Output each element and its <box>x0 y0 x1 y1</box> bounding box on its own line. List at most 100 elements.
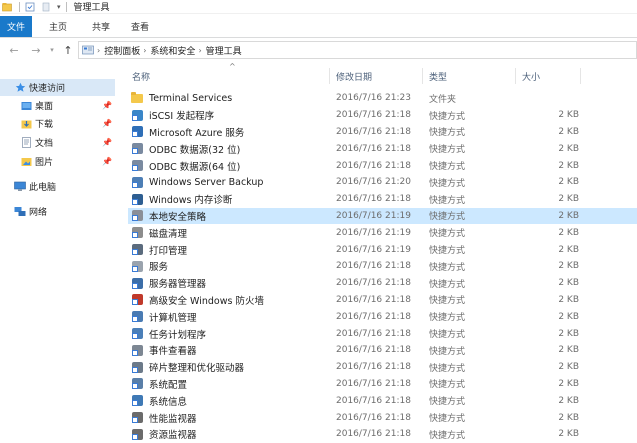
file-date: 2016/7/16 21:18 <box>336 261 411 272</box>
column-divider[interactable] <box>329 68 330 84</box>
column-divider[interactable] <box>422 68 423 84</box>
title-bar: ▾ 管理工具 <box>0 0 637 14</box>
file-row[interactable]: 服务器管理器 2016/7/16 21:18 快捷方式 2 KB <box>128 275 637 292</box>
tab-view[interactable]: 查看 <box>118 16 162 37</box>
up-arrow-icon[interactable]: ↑ <box>60 42 76 58</box>
security-policy-icon <box>131 210 143 222</box>
pin-icon[interactable]: 📌 <box>102 157 112 166</box>
properties-quick-icon[interactable] <box>25 2 35 12</box>
column-size[interactable]: 大小 <box>518 68 578 84</box>
file-size: 2 KB <box>558 126 579 137</box>
nav-item-this-pc[interactable]: 此电脑 <box>0 178 118 195</box>
file-name: 系统信息 <box>149 396 188 408</box>
file-size: 2 KB <box>558 194 579 205</box>
file-row[interactable]: 打印管理 2016/7/16 21:19 快捷方式 2 KB <box>128 241 637 258</box>
tab-share[interactable]: 共享 <box>84 16 118 37</box>
file-name: Terminal Services <box>149 92 233 104</box>
pictures-folder-icon <box>20 156 32 168</box>
file-type: 快捷方式 <box>429 346 466 357</box>
file-row[interactable]: 计算机管理 2016/7/16 21:18 快捷方式 2 KB <box>128 308 637 325</box>
quick-access-dropdown-icon[interactable]: ▾ <box>57 3 61 11</box>
column-header: 名称 修改日期 类型 大小 <box>124 68 637 84</box>
nav-item-downloads[interactable]: 下载 📌 <box>0 115 118 132</box>
title-separator <box>19 1 20 12</box>
nav-item-documents[interactable]: 文档 📌 <box>0 134 118 151</box>
new-folder-quick-icon[interactable] <box>41 2 51 12</box>
file-type: 快捷方式 <box>429 128 466 139</box>
control-panel-icon <box>82 45 94 54</box>
breadcrumb-control-panel[interactable]: 控制面板 <box>104 44 140 57</box>
file-row[interactable]: 磁盘清理 2016/7/16 21:19 快捷方式 2 KB <box>128 224 637 241</box>
file-name: 高级安全 Windows 防火墙 <box>149 295 264 307</box>
column-divider[interactable] <box>515 68 516 84</box>
azure-icon <box>131 126 143 138</box>
file-row[interactable]: Microsoft Azure 服务 2016/7/16 21:18 快捷方式 2 K… <box>128 124 637 141</box>
breadcrumb-chevron-icon[interactable]: › <box>143 46 146 55</box>
pin-icon[interactable]: 📌 <box>102 101 112 110</box>
file-list: ^ 名称 修改日期 类型 大小 Terminal Services 2016/7/… <box>124 62 637 441</box>
column-divider[interactable] <box>580 68 581 84</box>
breadcrumb-chevron-icon[interactable]: › <box>97 46 100 55</box>
backup-icon <box>131 176 143 188</box>
file-type: 快捷方式 <box>429 414 466 425</box>
column-name[interactable]: 名称 <box>128 68 332 84</box>
nav-item-pictures[interactable]: 图片 📌 <box>0 153 118 170</box>
file-date: 2016/7/16 21:18 <box>336 311 411 322</box>
file-row[interactable]: 系统配置 2016/7/16 21:18 快捷方式 2 KB <box>128 376 637 393</box>
file-row[interactable]: 性能监视器 2016/7/16 21:18 快捷方式 2 KB <box>128 409 637 426</box>
printer-icon <box>131 244 143 256</box>
recent-dropdown-icon[interactable]: ▾ <box>44 42 60 58</box>
forward-arrow-icon[interactable]: → <box>28 42 44 58</box>
file-type: 快捷方式 <box>429 111 466 122</box>
pin-icon[interactable]: 📌 <box>102 119 112 128</box>
nav-item-network[interactable]: 网络 <box>0 203 118 220</box>
file-name: Windows Server Backup <box>149 176 264 188</box>
breadcrumb-admin-tools[interactable]: 管理工具 <box>206 44 242 57</box>
file-size: 2 KB <box>558 160 579 171</box>
file-size: 2 KB <box>558 345 579 356</box>
tab-file[interactable]: 文件 <box>0 16 32 37</box>
back-arrow-icon[interactable]: ← <box>6 42 22 58</box>
pin-icon[interactable]: 📌 <box>102 138 112 147</box>
file-row[interactable]: Windows Server Backup 2016/7/16 21:20 快捷方式… <box>128 174 637 191</box>
breadcrumb-chevron-icon[interactable]: › <box>198 46 201 55</box>
file-row[interactable]: 碎片整理和优化驱动器 2016/7/16 21:18 快捷方式 2 KB <box>128 359 637 376</box>
file-row[interactable]: 高级安全 Windows 防火墙 2016/7/16 21:18 快捷方式 2 KB <box>128 292 637 309</box>
file-row[interactable]: 服务 2016/7/16 21:18 快捷方式 2 KB <box>128 258 637 275</box>
file-row[interactable]: 系统信息 2016/7/16 21:18 快捷方式 2 KB <box>128 392 637 409</box>
column-type[interactable]: 类型 <box>425 68 517 84</box>
breadcrumb-system-security[interactable]: 系统和安全 <box>150 44 195 57</box>
file-row[interactable]: 事件查看器 2016/7/16 21:18 快捷方式 2 KB <box>128 342 637 359</box>
file-row[interactable]: ODBC 数据源(32 位) 2016/7/16 21:18 快捷方式 2 KB <box>128 140 637 157</box>
file-row[interactable]: 任务计划程序 2016/7/16 21:18 快捷方式 2 KB <box>128 325 637 342</box>
firewall-icon <box>131 294 143 306</box>
file-type: 快捷方式 <box>429 380 466 391</box>
navigation-pane: 快速访问 桌面 📌 下载 📌 文档 📌 图片 📌 此电脑 网络 <box>0 62 118 441</box>
file-type: 快捷方式 <box>429 330 466 341</box>
file-date: 2016/7/16 21:18 <box>336 294 411 305</box>
iscsi-icon <box>131 109 143 121</box>
file-row[interactable]: Terminal Services 2016/7/16 21:23 文件夹 <box>128 90 637 107</box>
file-name: 碎片整理和优化驱动器 <box>149 363 245 375</box>
file-row[interactable]: iSCSI 发起程序 2016/7/16 21:18 快捷方式 2 KB <box>128 107 637 124</box>
column-date[interactable]: 修改日期 <box>332 68 424 84</box>
task-scheduler-icon <box>131 328 143 340</box>
file-row[interactable]: 资源监视器 2016/7/16 21:18 快捷方式 2 KB <box>128 426 637 443</box>
file-row[interactable]: ODBC 数据源(64 位) 2016/7/16 21:18 快捷方式 2 KB <box>128 157 637 174</box>
file-name: Windows 内存诊断 <box>149 195 233 207</box>
file-row[interactable]: Windows 内存诊断 2016/7/16 21:18 快捷方式 2 KB <box>128 191 637 208</box>
file-date: 2016/7/16 21:18 <box>336 328 411 339</box>
file-type: 快捷方式 <box>429 145 466 156</box>
address-bar[interactable]: › 控制面板 › 系统和安全 › 管理工具 <box>78 41 637 59</box>
tab-home[interactable]: 主页 <box>32 16 84 37</box>
nav-item-desktop[interactable]: 桌面 📌 <box>0 97 118 114</box>
file-name: 打印管理 <box>149 245 188 257</box>
nav-item-quick-access[interactable]: 快速访问 <box>0 79 115 96</box>
file-date: 2016/7/16 21:18 <box>336 126 411 137</box>
file-row[interactable]: 本地安全策略 2016/7/16 21:19 快捷方式 2 KB <box>128 207 637 225</box>
title-separator-2 <box>65 1 67 12</box>
file-name: 服务器管理器 <box>149 279 207 291</box>
nav-label: 网络 <box>29 208 48 218</box>
file-name: 本地安全策略 <box>149 211 207 223</box>
file-size: 2 KB <box>558 328 579 339</box>
